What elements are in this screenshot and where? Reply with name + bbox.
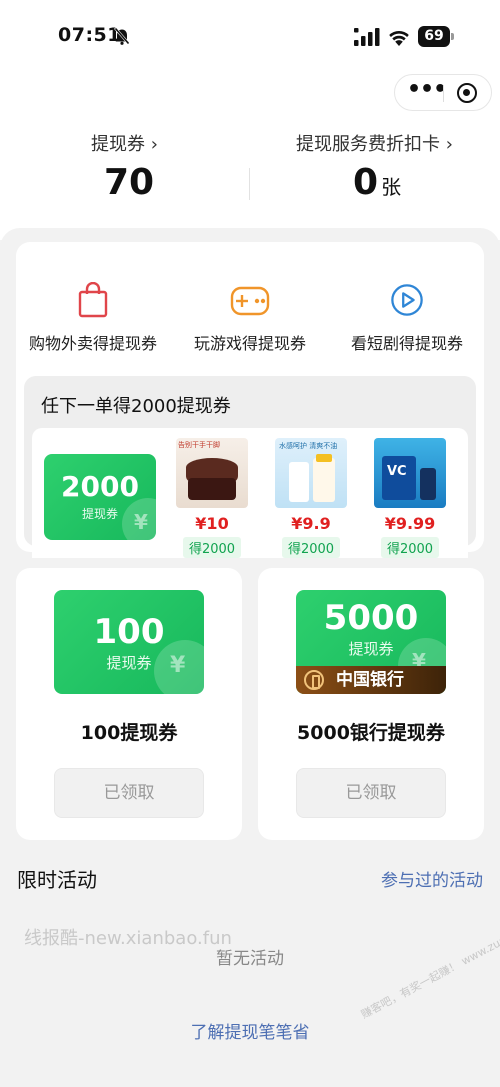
coupon-100-visual: 100 提现券 ¥ — [54, 590, 204, 694]
product-item-3[interactable]: VC ¥9.99 得2000 — [374, 438, 446, 558]
battery-level: 69 — [418, 26, 450, 47]
signal-icon — [354, 28, 380, 46]
joined-activities-link[interactable]: 参与过的活动 — [381, 866, 483, 891]
coupon-link[interactable]: 提现券 › — [91, 130, 158, 156]
coupon-100-claimed-button[interactable]: 已领取 — [54, 768, 204, 818]
no-activity-text: 暂无活动 — [216, 949, 284, 969]
coupon-5000-title: 5000银行提现券 — [297, 722, 445, 744]
coupon-100-title: 100提现券 — [80, 722, 178, 744]
coupon-5000-amount: 5000 — [323, 598, 419, 638]
close-target-icon[interactable] — [457, 83, 477, 103]
product-price-1: ¥10 — [195, 514, 229, 533]
bank-of-china-logo-icon — [304, 670, 324, 690]
coupon-5000-visual: 5000 提现券 ¥ 中国银行 — [296, 590, 446, 694]
coupon-card-5000: 5000 提现券 ¥ 中国银行 5000银行提现券 已领取 — [258, 568, 484, 840]
status-time: 07:51 — [58, 24, 121, 46]
product-image-3: VC — [374, 438, 446, 508]
fee-card-link[interactable]: 提现服务费折扣卡 › — [296, 130, 453, 156]
summary-divider — [249, 168, 250, 200]
fee-card-count: 0张 — [353, 162, 402, 203]
gamepad-icon — [230, 286, 270, 316]
product-image-2-text: 水感呵护 清爽不油 — [279, 442, 338, 450]
product-reward-3: 得2000 — [380, 537, 440, 558]
offer-coupon-amount: 2000 — [61, 470, 139, 503]
order-offer-products: 2000 提现券 ¥ 告别干手干脚 ¥10 得2000 水感呵护 清爽不油 ¥9… — [32, 428, 468, 558]
product-item-2[interactable]: 水感呵护 清爽不油 ¥9.9 得2000 — [275, 438, 347, 558]
product-price-2: ¥9.9 — [291, 514, 331, 533]
bank-strip: 中国银行 — [296, 666, 446, 694]
status-bar: 07:51 69 — [0, 0, 500, 70]
order-offer[interactable]: 任下一单得2000提现券 2000 提现券 ¥ 告别干手干脚 ¥10 得2000 — [24, 376, 476, 558]
task-shopping-label: 购物外卖得提现券 — [28, 334, 157, 353]
order-offer-title: 任下一单得2000提现券 — [41, 396, 231, 417]
play-circle-icon — [391, 284, 423, 316]
bank-name: 中国银行 — [336, 670, 404, 690]
product-image-1: 告别干手干脚 — [176, 438, 248, 508]
battery-icon: 69 — [418, 26, 454, 47]
coupon-5000-claimed-button[interactable]: 已领取 — [296, 768, 446, 818]
coupon-card-100: 100 提现券 ¥ 100提现券 已领取 — [16, 568, 242, 840]
product-image-1-text: 告别干手干脚 — [178, 441, 220, 449]
more-icon[interactable]: ••• — [407, 79, 447, 103]
product-item-1[interactable]: 告别干手干脚 ¥10 得2000 — [176, 438, 248, 558]
bell-off-icon — [114, 27, 130, 45]
task-shopping[interactable]: 购物外卖得提现券 — [18, 282, 168, 354]
earn-coupon-card: 购物外卖得提现券 玩游戏得提现券 看短剧得提现券 任下一单得2000提现券 20… — [16, 242, 484, 558]
limited-activity-title: 限时活动 — [17, 868, 97, 892]
task-drama[interactable]: 看短剧得提现券 — [332, 282, 482, 354]
shopping-bag-icon — [78, 282, 108, 318]
product-image-3-text: VC — [387, 464, 407, 479]
task-game-label: 玩游戏得提现券 — [193, 334, 306, 353]
task-drama-label: 看短剧得提现券 — [350, 334, 463, 353]
main-sheet: 购物外卖得提现券 玩游戏得提现券 看短剧得提现券 任下一单得2000提现券 20… — [0, 228, 500, 1087]
task-game[interactable]: 玩游戏得提现券 — [175, 282, 325, 354]
summary-area: ••• 提现券 › 70 提现服务费折扣卡 › 0张 — [0, 70, 500, 240]
product-image-2: 水感呵护 清爽不油 — [275, 438, 347, 508]
product-reward-2: 得2000 — [281, 537, 341, 558]
fee-card-unit: 张 — [381, 175, 402, 199]
coupon-count: 70 — [104, 162, 155, 203]
product-reward-1: 得2000 — [182, 537, 242, 558]
offer-coupon: 2000 提现券 ¥ — [44, 454, 156, 540]
learn-more-link[interactable]: 了解提现笔笔省 — [0, 1018, 500, 1043]
wifi-icon — [389, 30, 409, 46]
mini-program-capsule: ••• — [394, 74, 492, 111]
product-price-3: ¥9.99 — [384, 514, 436, 533]
